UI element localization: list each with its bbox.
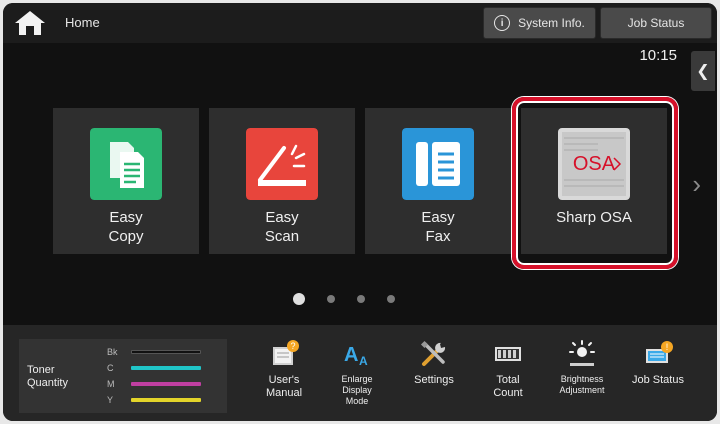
page-dot-4[interactable]: [387, 295, 395, 303]
job-status-icon: !: [646, 341, 673, 363]
toner-name: M: [107, 379, 115, 389]
info-icon: i: [494, 15, 511, 31]
svg-text:?: ?: [290, 341, 295, 351]
toner-name: Bk: [107, 347, 118, 357]
selection-highlight: [512, 97, 678, 269]
svg-text:A: A: [359, 354, 368, 368]
toner-bar: [131, 366, 201, 370]
toner-name: Y: [107, 395, 114, 405]
page-dot-2[interactable]: [327, 295, 335, 303]
shortcut-label: Brightness Adjustment: [559, 374, 605, 395]
svg-text:A: A: [344, 344, 358, 366]
brightness-adjustment-button[interactable]: Brightness Adjustment: [546, 339, 618, 417]
enlarge-display-button[interactable]: A A Enlarge Display Mode: [321, 339, 393, 417]
tile-label: Easy Scan: [264, 209, 300, 245]
system-info-label: System Info.: [518, 16, 585, 30]
users-manual-button[interactable]: ? User's Manual: [248, 339, 320, 417]
system-info-button[interactable]: i System Info.: [483, 7, 596, 39]
settings-button[interactable]: Settings: [398, 339, 470, 417]
page-dot-3[interactable]: [357, 295, 365, 303]
chevron-left-icon: ❮: [696, 63, 710, 80]
shortcut-label: Total Count: [493, 374, 523, 399]
toner-label: Toner Quantity: [27, 364, 68, 389]
manual-icon: ?: [273, 340, 299, 365]
job-status-label: Job Status: [627, 16, 685, 30]
page-dot-1[interactable]: [293, 293, 305, 305]
toner-bar: [131, 382, 201, 386]
tile-label: Easy Fax: [421, 209, 455, 245]
top-bar: Home i System Info. Job Status: [3, 3, 717, 43]
toner-row-m: M: [107, 379, 201, 389]
toner-quantity-panel[interactable]: Toner Quantity Bk C M Y: [19, 339, 227, 413]
shortcut-label: User's Manual: [265, 374, 303, 399]
svg-text:!: !: [666, 342, 669, 352]
bottom-bar: Toner Quantity Bk C M Y ? User's Manual …: [3, 325, 717, 421]
tile-easy-scan[interactable]: Easy Scan: [209, 108, 355, 254]
shortcut-label: Enlarge Display Mode: [341, 374, 373, 406]
shortcut-label: Settings: [414, 374, 454, 386]
tile-easy-copy[interactable]: Easy Copy: [53, 108, 199, 254]
shortcut-label: Job Status: [632, 374, 684, 386]
device-screen: Home i System Info. Job Status 10:15 ❮ ›…: [3, 3, 717, 421]
collapse-panel-button[interactable]: ❮: [691, 51, 715, 91]
toner-row-c: C: [107, 363, 201, 373]
clock: 10:15: [639, 47, 677, 64]
toner-row-bk: Bk: [107, 347, 201, 357]
counter-icon: [495, 347, 521, 361]
toner-bar: [131, 398, 201, 402]
page-indicator: [293, 293, 395, 305]
tile-easy-fax[interactable]: Easy Fax: [365, 108, 511, 254]
scan-icon: [246, 128, 318, 200]
tile-label: Easy Copy: [108, 209, 144, 245]
fax-icon: [402, 128, 474, 200]
wrench-screwdriver-icon: [420, 340, 446, 366]
job-status-button[interactable]: Job Status: [600, 7, 712, 39]
home-label: Home: [65, 15, 100, 30]
total-count-button[interactable]: Total Count: [472, 339, 544, 417]
copy-icon: [90, 128, 162, 200]
next-page-arrow-icon[interactable]: ›: [692, 169, 701, 200]
toner-row-y: Y: [107, 395, 201, 405]
enlarge-text-icon: A A: [344, 344, 368, 368]
brightness-icon: [569, 340, 595, 366]
toner-bar: [131, 350, 201, 354]
job-status-shortcut-button[interactable]: ! Job Status: [622, 339, 694, 417]
toner-name: C: [107, 363, 114, 373]
home-icon[interactable]: [13, 9, 47, 37]
